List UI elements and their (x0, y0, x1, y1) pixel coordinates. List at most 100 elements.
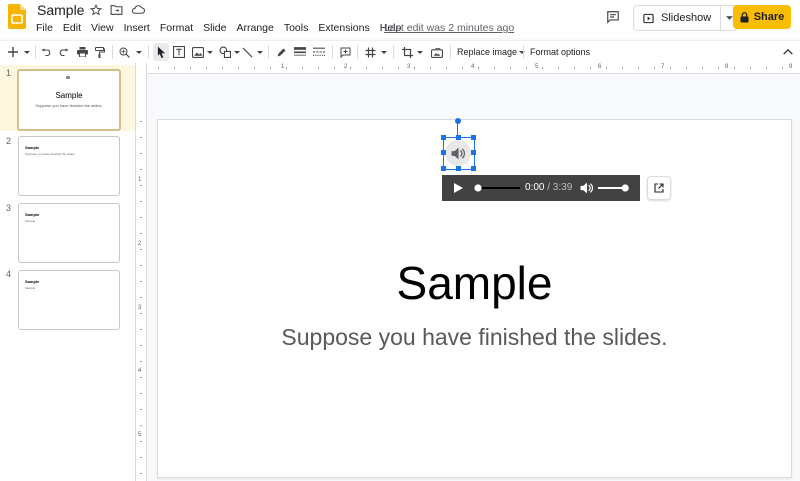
add-comment-button[interactable] (338, 43, 352, 61)
image-icon (192, 46, 204, 58)
current-slide[interactable]: Sample Suppose you have finished the sli… (157, 119, 792, 478)
resize-handle-bottom-right[interactable] (471, 166, 476, 171)
rotation-handle[interactable] (455, 118, 461, 124)
slideshow-button[interactable]: Slideshow (634, 6, 722, 30)
share-button[interactable]: Share (733, 5, 791, 29)
open-audio-link-button[interactable] (647, 176, 671, 200)
alt-text-dropdown[interactable] (380, 43, 388, 61)
chevron-up-icon (783, 49, 793, 55)
document-title[interactable]: Sample (37, 2, 84, 18)
comment-history-button[interactable] (604, 8, 622, 26)
resize-handle-bottom[interactable] (456, 166, 461, 171)
insert-image-button[interactable] (191, 43, 205, 61)
new-slide-layout-dropdown[interactable] (22, 43, 32, 61)
ruler-tick (526, 67, 527, 69)
speaker-icon (451, 147, 465, 159)
resize-handle-top-left[interactable] (441, 135, 446, 140)
ruler-tick (558, 67, 559, 69)
play-icon[interactable] (454, 183, 463, 193)
menu-file[interactable]: File (31, 21, 58, 35)
volume-knob[interactable] (621, 184, 629, 192)
menu-tools[interactable]: Tools (279, 21, 314, 35)
format-options-button[interactable]: Format options (530, 43, 590, 61)
redo-button[interactable] (56, 43, 70, 61)
ruler-tick (140, 249, 142, 250)
slide-thumbnail-3[interactable]: Sample Sample (18, 203, 120, 263)
alt-text-button[interactable] (363, 43, 377, 61)
slideshow-group: Slideshow (633, 5, 739, 31)
crop-button[interactable] (400, 43, 414, 61)
menu-edit[interactable]: Edit (58, 21, 86, 35)
menu-extensions[interactable]: Extensions (313, 21, 374, 35)
replace-image-button[interactable]: Replace image (457, 43, 526, 61)
slide-number: 2 (6, 136, 12, 146)
border-weight-button[interactable] (293, 43, 307, 61)
progress-knob[interactable] (474, 184, 482, 192)
ruler-tick (140, 265, 142, 266)
text-box-button[interactable] (172, 43, 186, 61)
collapse-menus-button[interactable] (781, 43, 795, 61)
audio-object[interactable] (445, 140, 471, 166)
ruler-tick (350, 67, 351, 69)
ruler-label: 4 (138, 368, 142, 374)
shape-button[interactable] (218, 43, 232, 61)
new-slide-button[interactable] (6, 43, 20, 61)
ruler-tick (140, 425, 142, 426)
slides-logo-icon[interactable] (8, 4, 26, 29)
format-options-label: Format options (530, 47, 591, 57)
slideshow-label: Slideshow (661, 12, 712, 24)
toolbar-divider (393, 45, 394, 59)
ruler-tick (140, 185, 142, 186)
resize-handle-bottom-left[interactable] (441, 166, 446, 171)
ruler-tick (622, 67, 623, 69)
cloud-status-icon[interactable] (130, 2, 145, 17)
ruler-tick (270, 67, 271, 69)
paint-format-button[interactable] (93, 43, 107, 61)
caret-down-icon (257, 50, 263, 54)
border-dash-button[interactable] (312, 43, 326, 61)
resize-handle-right[interactable] (471, 150, 476, 155)
menu-insert[interactable]: Insert (119, 21, 155, 35)
select-tool-button[interactable] (153, 43, 169, 61)
toolbar: Replace image Format options (0, 40, 800, 64)
progress-slider[interactable] (474, 184, 520, 192)
ruler-label: 6 (598, 64, 602, 70)
menu-slide[interactable]: Slide (198, 21, 231, 35)
lock-icon (740, 11, 749, 22)
slide-subtitle[interactable]: Suppose you have finished the slides. (158, 324, 791, 351)
menu-arrange[interactable]: Arrange (231, 21, 278, 35)
resize-handle-left[interactable] (441, 150, 446, 155)
last-edit-link[interactable]: Last edit was 2 minutes ago (384, 21, 514, 35)
insert-image-dropdown[interactable] (206, 43, 214, 61)
vertical-ruler[interactable]: 1 2 3 4 5 (136, 63, 147, 481)
line-dropdown[interactable] (256, 43, 264, 61)
volume-icon[interactable] (580, 182, 593, 194)
ruler-tick (140, 409, 142, 410)
ruler-tick (140, 377, 142, 378)
zoom-dropdown[interactable] (134, 43, 144, 61)
menu-format[interactable]: Format (155, 21, 198, 35)
zoom-button[interactable] (117, 43, 131, 61)
slide-thumbnail-2[interactable]: Sample Suppose you have finished the sli… (18, 136, 120, 196)
horizontal-ruler[interactable]: 1 2 3 4 5 6 7 8 9 (146, 63, 800, 74)
ruler-tick (574, 67, 575, 69)
slide-thumbnail-1[interactable]: Sample Suppose you have finished the sli… (17, 69, 121, 131)
volume-slider[interactable] (596, 184, 630, 192)
reset-image-button[interactable] (430, 43, 444, 61)
star-icon[interactable] (88, 2, 103, 17)
resize-handle-top[interactable] (456, 135, 461, 140)
slide-thumbnail-4[interactable]: Sample Sample (18, 270, 120, 330)
crop-dropdown[interactable] (416, 43, 424, 61)
menu-view[interactable]: View (86, 21, 119, 35)
top-bar: Sample File Edit View Insert Format Slid… (0, 0, 800, 38)
slide-title[interactable]: Sample (158, 256, 791, 310)
line-button[interactable] (240, 43, 254, 61)
print-button[interactable] (75, 43, 89, 61)
ruler-tick (606, 67, 607, 69)
border-color-button[interactable] (274, 43, 288, 61)
caret-down-icon (725, 16, 733, 20)
undo-button[interactable] (39, 43, 53, 61)
hash-icon (365, 47, 375, 57)
move-folder-icon[interactable] (109, 2, 124, 17)
resize-handle-top-right[interactable] (471, 135, 476, 140)
